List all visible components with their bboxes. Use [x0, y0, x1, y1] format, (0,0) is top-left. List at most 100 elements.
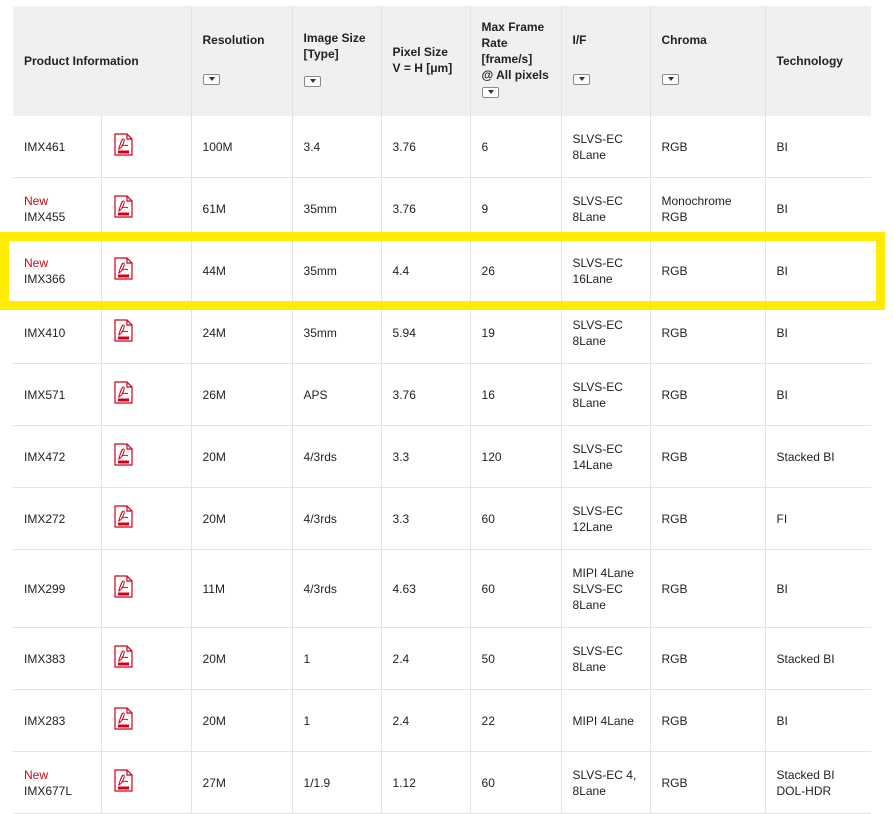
model-link[interactable]: IMX410 — [24, 325, 90, 341]
pdf-document-icon[interactable] — [113, 707, 133, 730]
pdf-document-icon[interactable] — [113, 381, 133, 404]
model-cell: IMX410 — [13, 301, 102, 364]
pixel-size-cell: 2.4 — [381, 627, 471, 690]
chroma-line1: RGB — [661, 139, 688, 154]
pdf-document-icon[interactable] — [113, 133, 133, 156]
technology-line1: Stacked BI — [776, 767, 835, 782]
interface-cell: SLVS-EC 8Lane — [561, 363, 651, 426]
model-link[interactable]: IMX677L — [24, 783, 90, 799]
pdf-document-icon[interactable] — [113, 645, 133, 668]
resolution-cell: 26M — [191, 363, 293, 426]
model-link[interactable]: IMX383 — [24, 651, 90, 667]
pixel-size-value: 3.3 — [392, 449, 410, 464]
image-size-value: 35mm — [303, 201, 337, 216]
resolution-value: 27M — [202, 775, 226, 790]
technology-line1: BI — [776, 139, 788, 154]
pixel-size-cell: 2.4 — [381, 689, 471, 752]
technology-line1: BI — [776, 387, 788, 402]
pixel-size-value: 4.4 — [392, 263, 410, 278]
interface-line1: SLVS-EC — [572, 131, 623, 146]
model-link[interactable]: IMX283 — [24, 713, 90, 729]
header-pixel-size-label: Pixel Size — [392, 45, 448, 59]
pdf-cell — [101, 627, 192, 690]
interface-line1: SLVS-EC 4, — [572, 767, 637, 782]
header-technology: Technology — [765, 6, 872, 116]
frame-rate-filter-dropdown[interactable] — [481, 87, 499, 98]
pixel-size-cell: 4.63 — [381, 549, 471, 628]
pdf-document-icon[interactable] — [113, 769, 133, 792]
table-row: IMX283 20M 1 2.4 22 MIPI 4Lane RGB BI — [13, 689, 872, 752]
pdf-document-icon[interactable] — [113, 319, 133, 342]
chroma-line1: RGB — [661, 387, 688, 402]
pdf-document-icon[interactable] — [113, 575, 133, 598]
model-link[interactable]: IMX299 — [24, 581, 90, 597]
pdf-cell — [101, 689, 192, 752]
resolution-value: 26M — [202, 387, 226, 402]
image-size-value: 1 — [303, 651, 311, 666]
image-size-cell: 3.4 — [292, 116, 382, 178]
model-link[interactable]: IMX461 — [24, 139, 90, 155]
chroma-line1: Monochrome — [661, 193, 732, 208]
technology-cell: FI — [765, 487, 872, 550]
technology-line2: DOL-HDR — [776, 783, 832, 798]
image-size-cell: 4/3rds — [292, 549, 382, 628]
pdf-cell — [101, 301, 192, 364]
interface-line2: 14Lane — [572, 457, 613, 472]
pdf-document-icon[interactable] — [113, 505, 133, 528]
frame-rate-value: 120 — [481, 449, 502, 464]
pdf-document-icon[interactable] — [113, 195, 133, 218]
interface-line2: 8Lane — [572, 333, 606, 348]
resolution-cell: 20M — [191, 627, 293, 690]
resolution-value: 20M — [202, 449, 226, 464]
model-link[interactable]: IMX571 — [24, 387, 90, 403]
image-size-cell: 1 — [292, 689, 382, 752]
pdf-cell — [101, 425, 192, 488]
chroma-line1: RGB — [661, 713, 688, 728]
frame-rate-value: 50 — [481, 651, 495, 666]
image-size-filter-dropdown[interactable] — [303, 76, 321, 87]
chroma-filter-dropdown[interactable] — [661, 74, 679, 85]
header-interface: I/F — [561, 6, 651, 116]
pixel-size-value: 3.76 — [392, 387, 416, 402]
technology-line1: FI — [776, 511, 788, 526]
resolution-value: 20M — [202, 651, 226, 666]
image-size-cell: APS — [292, 363, 382, 426]
resolution-value: 44M — [202, 263, 226, 278]
pixel-size-cell: 5.94 — [381, 301, 471, 364]
interface-filter-dropdown[interactable] — [572, 74, 590, 85]
technology-line1: BI — [776, 325, 788, 340]
chroma-line1: RGB — [661, 651, 688, 666]
interface-line1: SLVS-EC — [572, 643, 623, 658]
image-size-cell: 4/3rds — [292, 487, 382, 550]
pixel-size-cell: 3.3 — [381, 425, 471, 488]
image-size-cell: 35mm — [292, 301, 382, 364]
interface-line2: 8Lane — [572, 783, 606, 798]
frame-rate-value: 22 — [481, 713, 495, 728]
pdf-cell — [101, 363, 192, 426]
pixel-size-cell: 3.76 — [381, 363, 471, 426]
model-link[interactable]: IMX455 — [24, 209, 90, 225]
model-link[interactable]: IMX472 — [24, 449, 90, 465]
chroma-cell: RGB — [650, 116, 766, 178]
frame-rate-cell: 50 — [470, 627, 562, 690]
frame-rate-cell: 9 — [470, 177, 562, 240]
interface-line1: MIPI 4Lane — [572, 713, 634, 728]
header-interface-label: I/F — [572, 33, 587, 47]
model-link[interactable]: IMX272 — [24, 511, 90, 527]
pdf-document-icon[interactable] — [113, 257, 133, 280]
technology-cell: Stacked BI — [765, 627, 872, 690]
new-badge: New — [24, 255, 49, 270]
pixel-size-value: 2.4 — [392, 651, 410, 666]
resolution-filter-dropdown[interactable] — [202, 74, 220, 85]
chroma-cell: RGB — [650, 487, 766, 550]
model-link[interactable]: IMX366 — [24, 271, 90, 287]
pixel-size-value: 2.4 — [392, 713, 410, 728]
table-header-row: Product Information Resolution Image Siz… — [13, 6, 872, 116]
pixel-size-value: 3.76 — [392, 139, 416, 154]
pdf-document-icon[interactable] — [113, 443, 133, 466]
frame-rate-value: 60 — [481, 511, 495, 526]
resolution-value: 20M — [202, 511, 226, 526]
technology-cell: BI — [765, 301, 872, 364]
model-cell: IMX571 — [13, 363, 102, 426]
header-frame-rate-line1: Max Frame — [481, 20, 545, 34]
